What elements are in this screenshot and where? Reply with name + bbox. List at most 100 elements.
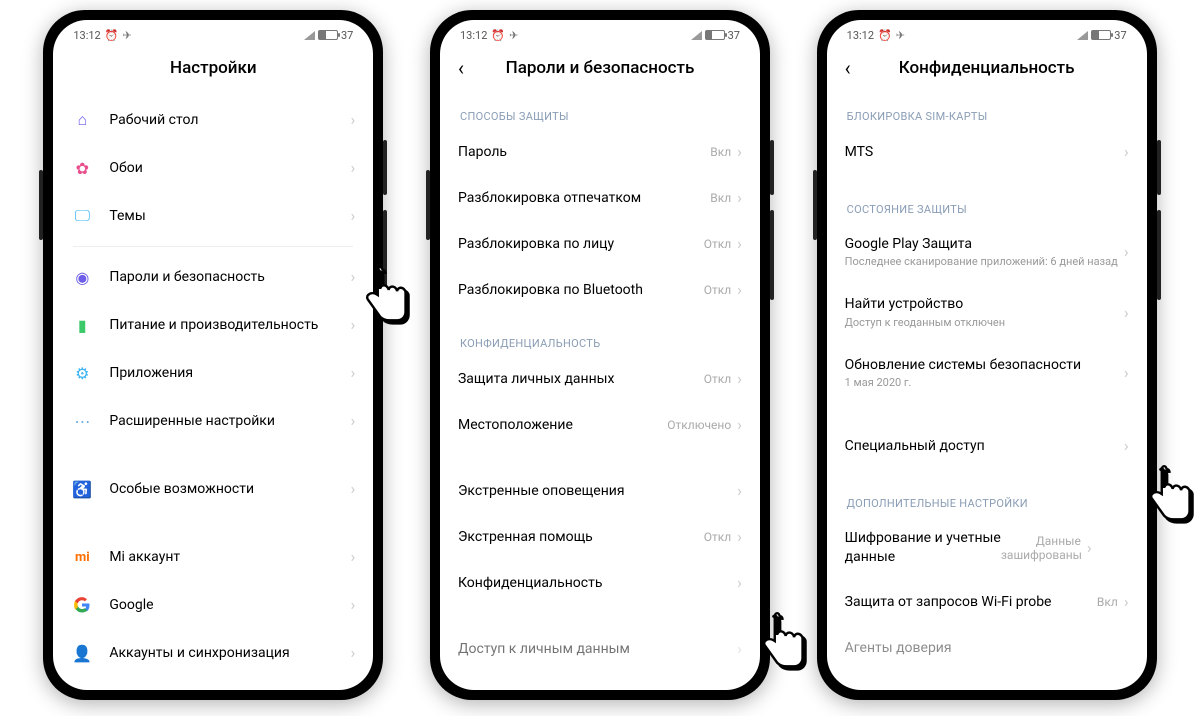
row-fingerprint-unlock[interactable]: Разблокировка отпечатком Вкл › <box>440 175 760 221</box>
row-location[interactable]: Местоположение Отключено › <box>440 402 760 448</box>
row-label: Питание и производительность <box>109 316 350 334</box>
row-value: Отключено <box>667 418 731 432</box>
row-privacy-protection[interactable]: Защита личных данных Откл › <box>440 356 760 402</box>
back-button[interactable]: ‹ <box>845 58 851 78</box>
row-value: Откл <box>704 372 731 386</box>
row-encryption-credentials[interactable]: Шифрование и учетные данные Данные зашиф… <box>827 516 1147 578</box>
row-label: Обновление системы безопасности <box>845 356 1124 374</box>
row-label: Расширенные настройки <box>109 412 350 430</box>
row-label: Пароли и безопасность <box>109 268 350 286</box>
chevron-right-icon: › <box>737 529 742 545</box>
row-home[interactable]: ⌂ Рабочий стол › <box>53 96 373 144</box>
chevron-right-icon: › <box>351 208 356 224</box>
row-face-unlock[interactable]: Разблокировка по лицу Откл › <box>440 221 760 267</box>
row-passwords-security[interactable]: ◉ Пароли и безопасность › <box>53 253 373 301</box>
chevron-right-icon: › <box>1087 540 1092 556</box>
row-value: Откл <box>704 283 731 297</box>
row-apps[interactable]: ⚙ Приложения › <box>53 349 373 397</box>
row-label: Экстренная помощь <box>458 528 704 546</box>
status-time: 13:12 <box>847 29 874 42</box>
cursor-pointer-icon <box>756 612 808 670</box>
battery-icon <box>318 30 338 40</box>
phone-settings: 13:12 ⏰ ✈ 37 Настройки ⌂ Рабочий стол › … <box>43 10 383 700</box>
row-label: Шифрование и учетные данные <box>845 529 1001 565</box>
row-accessibility[interactable]: ♿ Особые возможности › <box>53 465 373 513</box>
status-bar: 13:12 ⏰ ✈ 37 <box>827 20 1147 46</box>
row-value: Вкл <box>710 191 731 205</box>
row-label: Доступ к личным данным <box>458 640 737 658</box>
battery-percent: 37 <box>1114 29 1126 42</box>
phone-confidentiality: 13:12 ⏰ ✈ 37 ‹ Конфиденциальность БЛОКИР… <box>817 10 1157 700</box>
google-icon <box>71 594 93 616</box>
row-themes[interactable]: 🖵 Темы › <box>53 192 373 240</box>
chevron-right-icon: › <box>737 144 742 160</box>
row-trust-agents[interactable]: Агенты доверия <box>827 625 1147 671</box>
row-label: MTS <box>845 143 1124 161</box>
battery-percent: 37 <box>341 29 353 42</box>
row-password[interactable]: Пароль Вкл › <box>440 129 760 175</box>
settings-list[interactable]: ⌂ Рабочий стол › ✿ Обои › 🖵 Темы › ◉ Пар… <box>53 96 373 690</box>
section-header: КОНФИДЕНЦИАЛЬНОСТЬ <box>440 323 760 356</box>
row-value: Откл <box>704 237 731 251</box>
row-bluetooth-unlock[interactable]: Разблокировка по Bluetooth Откл › <box>440 267 760 313</box>
chevron-right-icon: › <box>351 269 356 285</box>
row-label: Темы <box>109 207 350 225</box>
row-confidentiality[interactable]: Конфиденциальность › <box>440 560 760 606</box>
row-play-protect[interactable]: Google Play Защита Последнее сканировани… <box>827 222 1147 282</box>
section-header: СПОСОБЫ ЗАЩИТЫ <box>440 96 760 129</box>
chevron-right-icon: › <box>737 575 742 591</box>
row-label: Агенты доверия <box>845 639 1129 657</box>
signal-icon <box>691 31 702 40</box>
row-accounts-sync[interactable]: 👤 Аккаунты и синхронизация › <box>53 629 373 677</box>
back-button[interactable]: ‹ <box>458 58 464 78</box>
page-title: Пароли и безопасность <box>440 58 760 78</box>
row-personal-data-access[interactable]: Доступ к личным данным › <box>440 626 760 672</box>
security-list[interactable]: СПОСОБЫ ЗАЩИТЫ Пароль Вкл › Разблокировк… <box>440 96 760 690</box>
row-emergency-alerts[interactable]: Экстренные оповещения › <box>440 468 760 514</box>
row-label: Разблокировка отпечатком <box>458 189 710 207</box>
row-find-device[interactable]: Найти устройство Доступ к геоданным откл… <box>827 282 1147 342</box>
row-sub: 1 мая 2020 г. <box>845 376 1124 390</box>
chevron-right-icon: › <box>737 417 742 433</box>
row-security-update[interactable]: Обновление системы безопасности 1 мая 20… <box>827 343 1147 403</box>
chevron-right-icon: › <box>737 641 742 657</box>
row-wifi-probe[interactable]: Защита от запросов Wi-Fi probe Вкл › <box>827 579 1147 625</box>
row-google[interactable]: Google › <box>53 581 373 629</box>
chevron-right-icon: › <box>1124 244 1129 260</box>
chevron-right-icon: › <box>351 160 356 176</box>
person-icon: 👤 <box>71 642 93 664</box>
row-emergency-sos[interactable]: Экстренная помощь Откл › <box>440 514 760 560</box>
fingerprint-icon: ◉ <box>71 266 93 288</box>
screen: 13:12 ⏰ ✈ 37 Настройки ⌂ Рабочий стол › … <box>53 20 373 690</box>
header: ‹ Пароли и безопасность <box>440 46 760 96</box>
row-label: Особые возможности <box>109 480 350 498</box>
wallpaper-icon: ✿ <box>71 157 93 179</box>
row-special-access[interactable]: Специальный доступ › <box>827 423 1147 469</box>
section-header: СОСТОЯНИЕ ЗАЩИТЫ <box>827 189 1147 222</box>
alarm-icon: ⏰ <box>878 29 892 42</box>
send-icon: ✈ <box>509 29 518 42</box>
chevron-right-icon: › <box>351 365 356 381</box>
row-label: Найти устройство <box>845 295 1124 313</box>
row-value: Данные зашифрованы <box>1001 534 1081 562</box>
row-sim-mts[interactable]: MTS › <box>827 129 1147 175</box>
screen: 13:12 ⏰ ✈ 37 ‹ Пароли и безопасность СПО… <box>440 20 760 690</box>
row-value: Вкл <box>710 145 731 159</box>
row-advanced[interactable]: ⋯ Расширенные настройки › <box>53 397 373 445</box>
row-battery[interactable]: ▮ Питание и производительность › <box>53 301 373 349</box>
battery-percent: 37 <box>728 29 740 42</box>
send-icon: ✈ <box>122 29 131 42</box>
row-label: Экстренные оповещения <box>458 482 737 500</box>
row-value: Откл <box>704 530 731 544</box>
row-label: Защита личных данных <box>458 370 704 388</box>
chevron-right-icon: › <box>1124 305 1129 321</box>
row-mi-account[interactable]: mi Mi аккаунт › <box>53 533 373 581</box>
row-wallpaper[interactable]: ✿ Обои › <box>53 144 373 192</box>
privacy-list[interactable]: БЛОКИРОВКА SIM-КАРТЫ MTS › СОСТОЯНИЕ ЗАЩ… <box>827 96 1147 690</box>
chevron-right-icon: › <box>351 413 356 429</box>
row-label: Mi аккаунт <box>109 548 350 566</box>
send-icon: ✈ <box>896 29 905 42</box>
themes-icon: 🖵 <box>71 205 93 227</box>
section-header: БЛОКИРОВКА SIM-КАРТЫ <box>827 96 1147 129</box>
alarm-icon: ⏰ <box>105 29 119 42</box>
